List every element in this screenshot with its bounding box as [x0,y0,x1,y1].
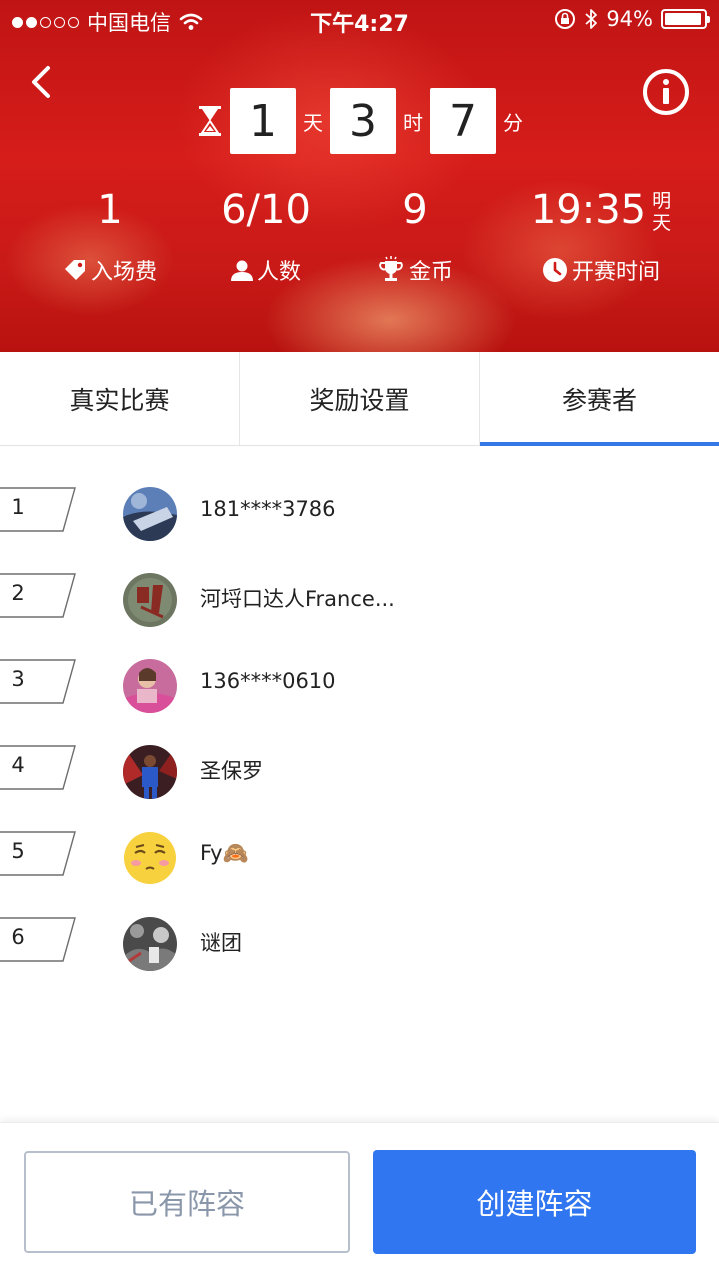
countdown-days: 1 [230,88,296,154]
participants-label: 人数 [256,260,301,285]
ticket-icon [64,260,85,280]
rank-number: 2 [11,581,25,605]
contest-header: 中国电信 下午4:27 94% 1 天 3 时 7 分 1 入场费 6/10 人… [0,0,719,352]
chevron-left-icon [32,66,50,98]
trophy-icon [379,256,403,281]
stat-coins: 9 金币 [355,180,475,286]
coins-label: 金币 [408,260,453,285]
coins-value: 9 [402,187,428,233]
rank-badge: 3 [0,659,78,705]
tab-participants[interactable]: 参赛者 [479,352,719,446]
rank-badge: 2 [0,573,78,619]
person-icon [230,260,253,281]
create-lineup-button[interactable]: 创建阵容 [373,1150,696,1254]
rank-number: 4 [11,753,25,777]
stat-participants: 6/10 人数 [206,180,326,286]
rank-number: 5 [11,839,25,863]
participant-name: 136****0610 [200,669,336,693]
participant-name: 河埒口达人France... [200,587,395,611]
hourglass-icon [199,106,221,136]
footer-action-bar: 已有阵容 创建阵容 [0,1122,719,1280]
orientation-lock-icon [555,9,576,29]
rank-number: 1 [11,495,25,519]
rank-badge: 1 [0,487,78,533]
countdown-hours-unit: 时 [403,110,423,135]
entry-fee-label: 入场费 [90,260,157,285]
participant-name: 谜团 [200,931,242,955]
countdown-hours: 3 [330,88,396,154]
start-time-day-line1: 明 [652,190,672,212]
contest-stats: 1 入场费 6/10 人数 9 金币 19:35 明 天 开赛时间 [0,180,719,290]
tab-real-match[interactable]: 真实比赛 [0,352,239,445]
participant-name: 181****3786 [200,497,336,521]
stat-start-time: 19:35 明天 开赛时间 [516,180,686,286]
rank-badge: 5 [0,831,78,877]
list-item[interactable]: 5 Fy🙈 [0,791,719,884]
rank-badge: 4 [0,745,78,791]
rank-number: 3 [11,667,25,691]
countdown-timer: 1 天 3 时 7 分 [196,88,530,154]
list-item[interactable]: 3 136****0610 [0,619,719,713]
countdown-minutes: 7 [430,88,496,154]
start-time-day-line2: 天 [652,212,672,234]
battery-icon [661,9,710,29]
rank-number: 6 [11,925,25,949]
participant-name: 圣保罗 [200,759,263,783]
countdown-minutes-unit: 分 [503,110,523,135]
stat-entry-fee: 1 入场费 [50,180,170,286]
list-item[interactable]: 6 谜团 [0,877,719,971]
participant-name: Fy🙈 [200,841,249,865]
avatar [123,917,177,971]
info-button[interactable] [642,68,690,116]
start-time-day: 明天 [652,190,671,234]
rank-badge: 6 [0,917,78,963]
participants-value: 6/10 [221,187,311,233]
start-time-value: 19:35 [530,187,647,233]
contest-tabs: 真实比赛 奖励设置 参赛者 [0,352,719,446]
existing-lineup-button[interactable]: 已有阵容 [24,1151,350,1253]
tab-reward-settings[interactable]: 奖励设置 [239,352,479,445]
countdown-days-unit: 天 [303,110,323,135]
back-button[interactable] [24,58,64,106]
start-time-label: 开赛时间 [571,260,660,285]
battery-percentage: 94% [606,7,653,31]
list-item[interactable]: 1 181****3786 [0,447,719,541]
list-item[interactable]: 2 河埒口达人France... [0,533,719,627]
bluetooth-icon [585,9,598,29]
status-bar: 中国电信 下午4:27 94% [0,0,719,40]
list-item[interactable]: 4 圣保罗 [0,705,719,799]
entry-fee-value: 1 [97,187,123,233]
clock-icon [542,258,567,282]
info-icon [643,69,689,115]
